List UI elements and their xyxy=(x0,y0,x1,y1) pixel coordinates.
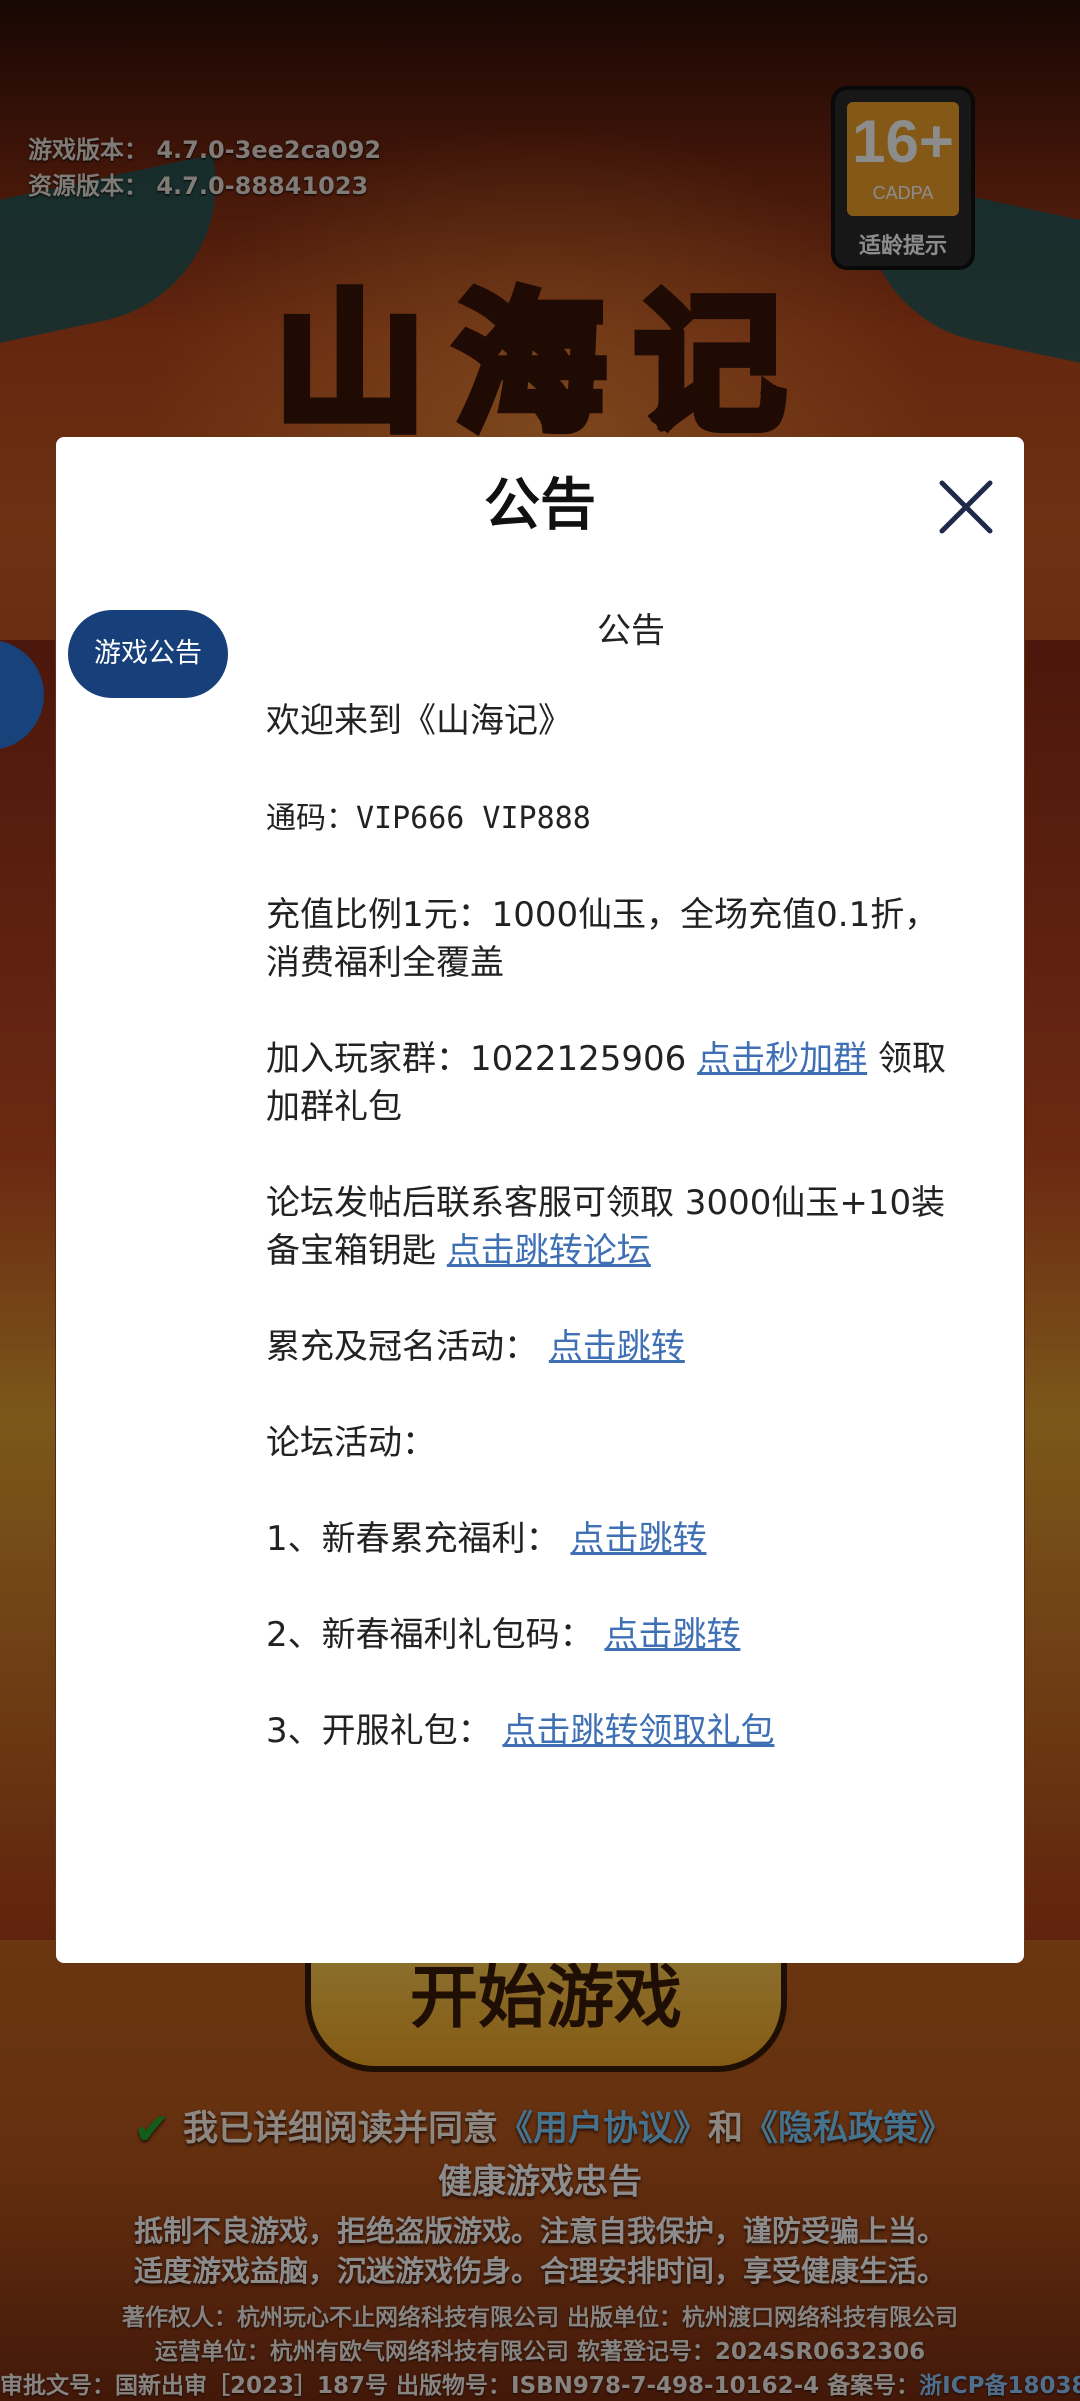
close-icon xyxy=(939,480,993,534)
group-text: 加入玩家群：1022125906 xyxy=(266,1039,698,1079)
activity-item: 1、新春累充福利： 点击跳转 xyxy=(266,1515,996,1563)
forum-link[interactable]: 点击跳转论坛 xyxy=(447,1231,651,1271)
activity-item-link[interactable]: 点击跳转 xyxy=(604,1615,740,1655)
activity-item: 2、新春福利礼包码： 点击跳转 xyxy=(266,1611,996,1659)
content-heading: 公告 xyxy=(597,611,665,651)
activity-item-link[interactable]: 点击跳转 xyxy=(570,1519,706,1559)
tab-game-announcement[interactable]: 游戏公告 xyxy=(68,610,228,698)
redeem-codes: 通码：VIP666 VIP888 xyxy=(266,793,996,843)
group-text-line2: 加群礼包 xyxy=(266,1087,402,1127)
activity-item-text: 1、新春累充福利： xyxy=(266,1519,571,1559)
recharge-info: 充值比例1元：1000仙玉，全场充值0.1折， 消费福利全覆盖 xyxy=(266,891,996,987)
group-text-suffix: 领取 xyxy=(867,1039,946,1079)
close-button[interactable] xyxy=(936,477,996,537)
activity-item-link[interactable]: 点击跳转领取礼包 xyxy=(502,1711,774,1751)
forum-post-text-line2: 备宝箱钥匙 xyxy=(266,1231,447,1271)
player-group-info: 加入玩家群：1022125906 点击秒加群 领取 加群礼包 xyxy=(266,1035,996,1131)
activity-item-text: 3、开服礼包： xyxy=(266,1711,503,1751)
join-group-link[interactable]: 点击秒加群 xyxy=(697,1039,867,1079)
ranking-activity: 累充及冠名活动： 点击跳转 xyxy=(266,1323,996,1371)
activity-item-text: 2、新春福利礼包码： xyxy=(266,1615,605,1655)
ranking-text: 累充及冠名活动： xyxy=(266,1327,549,1367)
announcement-dialog: 公告 游戏公告 公告 欢迎来到《山海记》 通码：VIP666 VIP888 充值… xyxy=(56,437,1024,1963)
redeem-codes-text: 通码：VIP666 VIP888 xyxy=(266,801,591,836)
forum-post-info: 论坛发帖后联系客服可领取 3000仙玉+10装 备宝箱钥匙 点击跳转论坛 xyxy=(266,1179,996,1275)
welcome-text: 欢迎来到《山海记》 xyxy=(266,701,572,741)
recharge-info-line: 消费福利全覆盖 xyxy=(266,943,504,983)
ranking-link[interactable]: 点击跳转 xyxy=(549,1327,685,1367)
recharge-info-line: 充值比例1元：1000仙玉，全场充值0.1折， xyxy=(266,895,939,935)
forum-post-text: 论坛发帖后联系客服可领取 3000仙玉+10装 xyxy=(266,1183,946,1223)
dialog-title: 公告 xyxy=(484,473,596,538)
announcement-content: 公告 欢迎来到《山海记》 通码：VIP666 VIP888 充值比例1元：100… xyxy=(266,607,996,1803)
activity-item: 3、开服礼包： 点击跳转领取礼包 xyxy=(266,1707,996,1755)
forum-activity-heading: 论坛活动： xyxy=(266,1423,436,1463)
game-launch-screen: 山海记 游戏版本： 4.7.0-3ee2ca092 资源版本： 4.7.0-88… xyxy=(0,0,1080,2401)
